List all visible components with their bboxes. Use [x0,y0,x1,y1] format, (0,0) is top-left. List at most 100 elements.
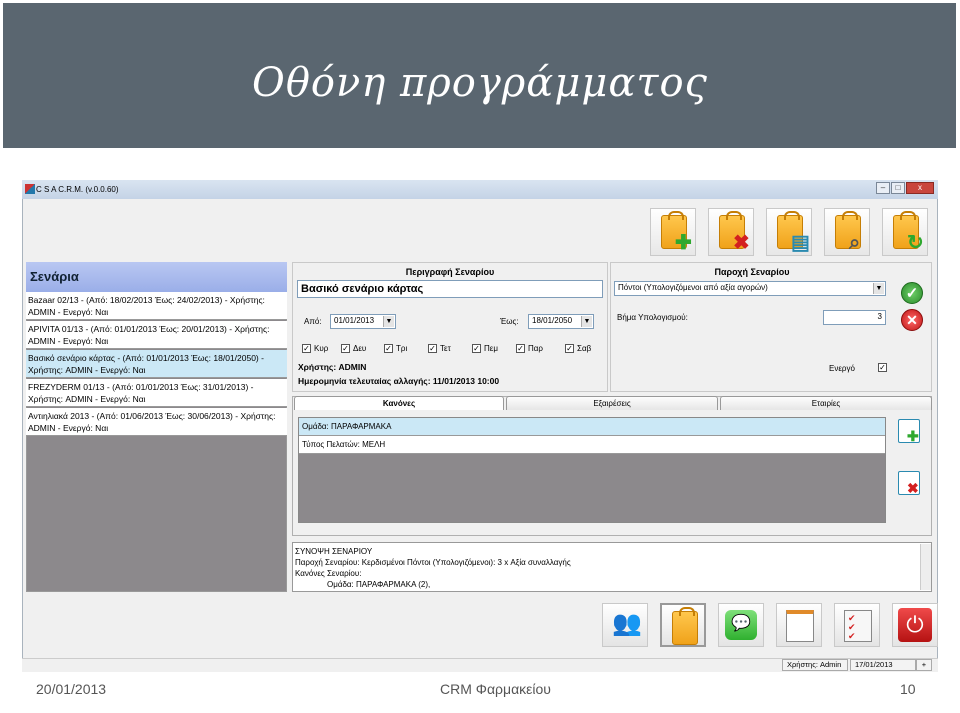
description-label: Περιγραφή Σεναρίου [405,267,495,277]
minimize-button[interactable]: – [876,182,890,194]
from-date-value: 01/01/2013 [334,316,375,325]
scenario-item[interactable]: FREZYDERM 01/13 - (Από: 01/01/2013 Έως: … [26,379,287,407]
checkbox-icon: ✓ [384,344,393,353]
summary-line: ΣΥΝΟΨΗ ΣΕΝΑΡΙΟΥ [295,547,373,556]
scenario-line: FREZYDERM 01/13 - (Από: 01/01/2013 Έως: … [28,382,254,392]
footer-center: CRM Φαρμακείου [440,681,551,697]
day-checkbox-tue[interactable]: ✓ Τρι [384,344,407,353]
day-checkbox-sat[interactable]: ✓ Σαβ [565,344,591,353]
rule-row[interactable]: Ομάδα: ΠΑΡΑΦΑΡΜΑΚΑ [299,418,885,436]
status-expand-button[interactable]: + [916,659,932,671]
day-checkbox-wed[interactable]: ✓ Τετ [428,344,451,353]
scenario-item[interactable]: Bazaar 02/13 - (Από: 18/02/2013 Έως: 24/… [26,292,287,320]
exit-button[interactable]: ⏻ [892,603,938,647]
maximize-button[interactable]: □ [891,182,905,194]
scenario-item[interactable]: APIVITA 01/13 - (Από: 01/01/2013 Έως: 20… [26,321,287,349]
add-rule-button[interactable]: ✚ [898,419,920,444]
summary-line: Παροχή Σεναρίου: Κερδισμένοι Πόντοι (Υπο… [295,558,571,567]
day-label: Τετ [440,344,451,353]
to-date-picker[interactable]: 18/01/2050 ▼ [528,314,594,329]
scenario-line: ADMIN - Ενεργό: Ναι [28,336,109,346]
day-checkbox-sun[interactable]: ✓ Κυρ [302,344,328,353]
active-label: Ενεργό [829,364,855,373]
copy-scenario-button[interactable]: ▤ [766,208,812,256]
tab-exceptions[interactable]: Εξαιρέσεις [506,396,718,410]
refresh-icon: ↻ [907,232,924,254]
day-checkbox-fri[interactable]: ✓ Παρ [516,344,543,353]
document-icon: ▤ [791,232,810,254]
delete-scenario-button[interactable]: ✖ [708,208,754,256]
contacts-button[interactable] [776,603,822,647]
to-date-value: 18/01/2050 [532,316,573,325]
scenario-item-selected[interactable]: Βασικό σενάριο κάρτας - (Από: 01/01/2013… [26,350,287,378]
plus-icon: ✚ [907,428,919,444]
chevron-down-icon: ▼ [383,316,394,327]
day-checkbox-mon[interactable]: ✓ Δευ [341,344,366,353]
chevron-down-icon: ▼ [873,283,884,294]
tab-companies[interactable]: Εταιρίες [720,396,932,410]
contacts-card-icon [786,610,814,642]
rule-row[interactable]: Τύπος Πελατών: ΜΕΛΗ [299,436,885,454]
step-label: Βήμα Υπολογισμού: [617,313,688,322]
messages-button[interactable]: 💬 [718,603,764,647]
window-titlebar [22,180,938,199]
plus-icon: ✚ [675,232,692,254]
checkbox-icon: ✓ [302,344,311,353]
footer-date: 20/01/2013 [36,681,107,697]
scenario-line: Αντιηλιακά 2013 - (Από: 01/06/2013 Έως: … [28,411,276,421]
scenario-line: ADMIN - Ενεργό: Ναι [28,423,109,433]
day-checkbox-thu[interactable]: ✓ Πεμ [472,344,498,353]
summary-scrollbar[interactable] [920,544,931,590]
summary-textarea[interactable]: ΣΥΝΟΨΗ ΣΕΝΑΡΙΟΥ Παροχή Σεναρίου: Κερδισμ… [292,542,932,592]
status-date: 17/01/2013 [850,659,916,671]
checkbox-icon: ✓ [472,344,481,353]
confirm-button[interactable]: ✓ [901,282,923,304]
window-title: C S A C.R.M. (v.0.0.60) [36,185,119,194]
provision-type-value: Πόντοι (Υπολογιζόμενοι από αξία αγορών) [618,283,768,292]
day-label: Δευ [353,344,367,353]
checkbox-icon: ✓ [428,344,437,353]
customers-button[interactable]: 👥 [602,603,648,647]
checkbox-icon: ✓ [341,344,350,353]
footer-page: 10 [900,681,916,697]
status-user: Χρήστης: Admin [782,659,848,671]
user-line: Χρήστης: ADMIN [298,362,367,372]
checklist-button[interactable]: ✔ ✔ ✔ [834,603,880,647]
checkbox-icon: ✓ [516,344,525,353]
day-label: Παρ [528,344,543,353]
scenario-line: Χρήστης: ADMIN - Ενεργό: Ναι [28,365,146,375]
from-date-picker[interactable]: 01/01/2013 ▼ [330,314,396,329]
slide-title: Οθόνη προγράμματος [252,60,708,106]
delete-rule-button[interactable]: ✖ [898,471,920,496]
x-icon: ✖ [907,480,919,496]
customers-icon: 👥 [612,610,642,637]
scenario-line: APIVITA 01/13 - (Από: 01/01/2013 Έως: 20… [28,324,270,334]
close-window-button[interactable]: x [906,182,934,194]
chat-icon: 💬 [725,610,757,640]
search-scenario-button[interactable]: ⌕ [824,208,870,256]
tab-rules[interactable]: Κανόνες [294,396,504,410]
x-icon: ✖ [733,232,750,254]
app-logo-icon [25,184,35,194]
add-scenario-button[interactable]: ✚ [650,208,696,256]
scenario-line: Bazaar 02/13 - (Από: 18/02/2013 Έως: 24/… [28,295,265,305]
bag-icon [672,607,698,645]
step-input[interactable]: 3 [823,310,886,325]
provision-type-select[interactable]: Πόντοι (Υπολογιζόμενοι από αξία αγορών) … [614,281,886,296]
scenario-line: ADMIN - Ενεργό: Ναι [28,307,109,317]
scenario-item[interactable]: Αντιηλιακά 2013 - (Από: 01/06/2013 Έως: … [26,408,287,436]
scenario-line: Χρήστης: ADMIN - Ενεργό: Ναι [28,394,146,404]
active-checkbox[interactable]: ✓ [878,363,887,372]
scenarios-header: Σενάρια [26,262,287,292]
day-label: Πεμ [484,344,498,353]
scenario-name-input[interactable]: Βασικό σενάριο κάρτας [297,280,603,298]
checkbox-icon: ✓ [565,344,574,353]
scenarios-button[interactable] [660,603,706,647]
summary-line: Ομάδα: ΠΑΡΑΦΑΡΜΑΚΑ (2), [327,580,431,589]
to-label: Έως: [500,317,519,326]
checkbox-icon: ✓ [878,363,887,372]
chevron-down-icon: ▼ [581,316,592,327]
cancel-button[interactable]: ✕ [901,309,923,331]
refresh-scenario-button[interactable]: ↻ [882,208,928,256]
last-change-line: Ημερομηνία τελευταίας αλλαγής: 11/01/201… [298,376,500,386]
